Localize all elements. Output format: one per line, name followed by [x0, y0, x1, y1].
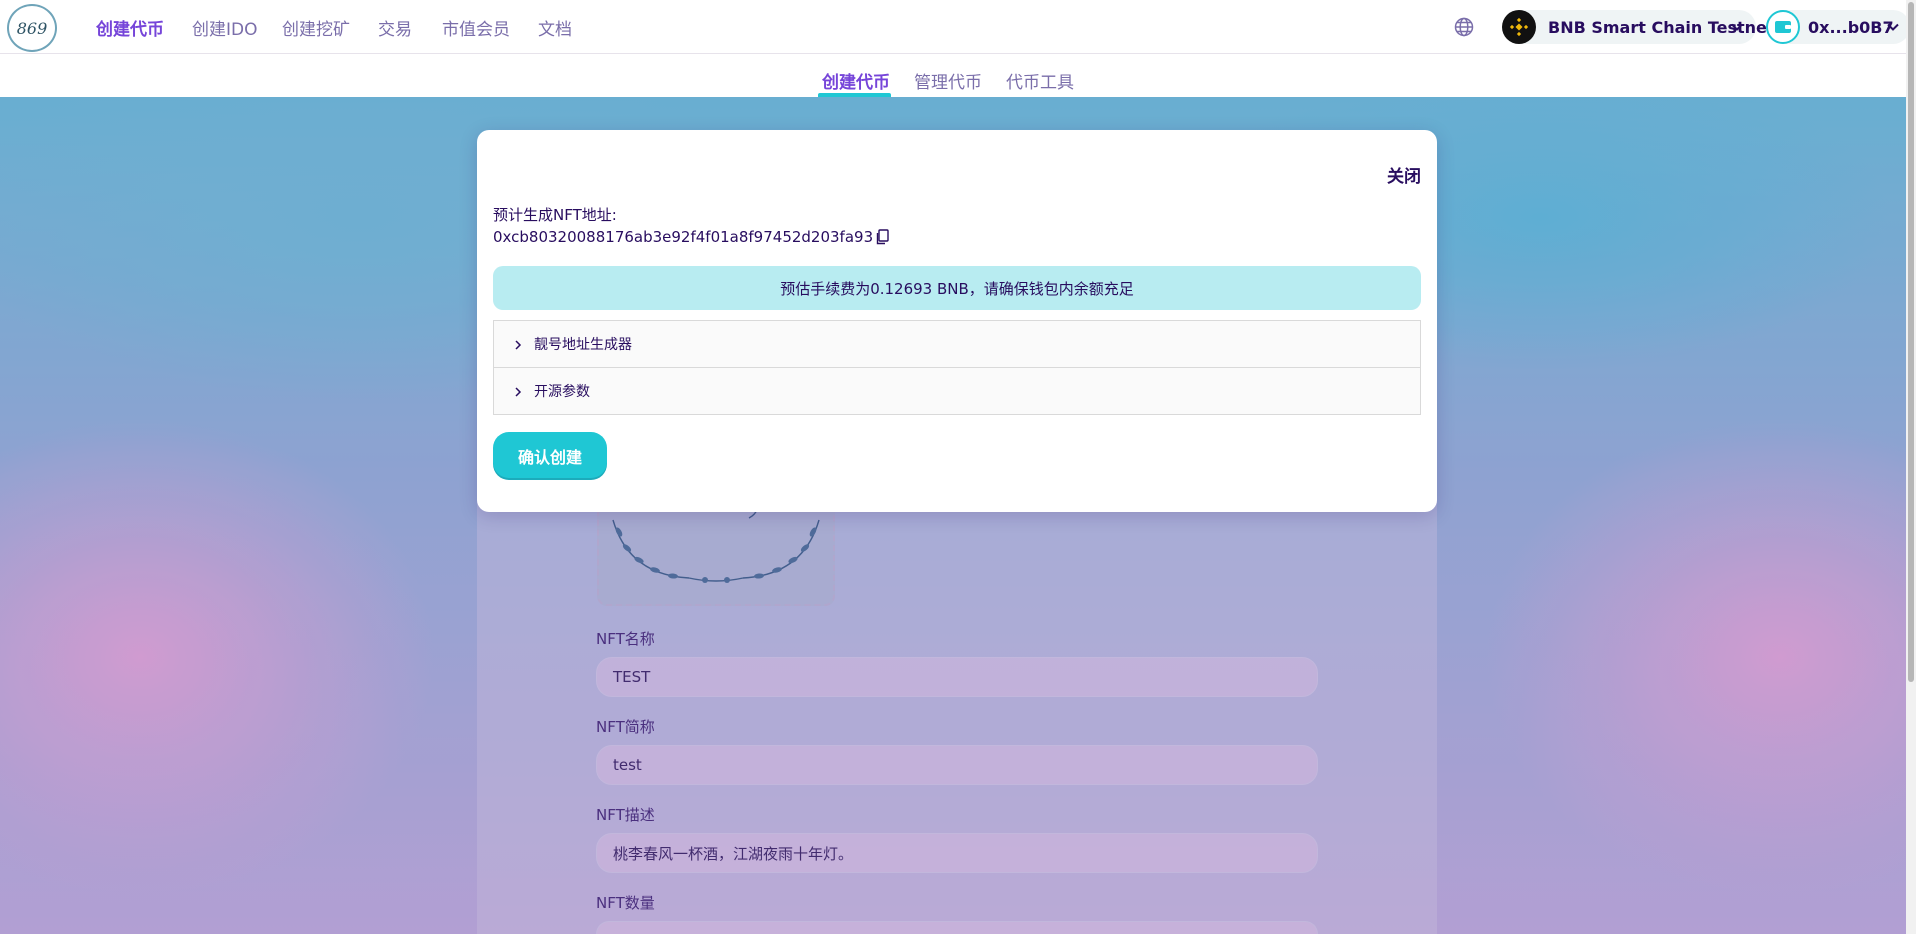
sub-tabs: 创建代币 管理代币 代币工具: [0, 55, 1916, 97]
collapse-vanity-label: 靓号地址生成器: [534, 337, 632, 353]
nft-address-label: 预计生成NFT地址:: [493, 206, 617, 224]
confirm-create-button[interactable]: 确认创建: [493, 432, 607, 480]
globe-icon: [1454, 17, 1474, 37]
collapse-vanity-address[interactable]: 靓号地址生成器: [493, 320, 1421, 368]
language-button[interactable]: [1452, 15, 1476, 39]
site-logo[interactable]: 869: [7, 4, 57, 52]
wallet-icon: [1766, 10, 1800, 44]
chevron-right-icon: [515, 340, 522, 350]
nav-create-token[interactable]: 创建代币: [96, 15, 164, 40]
nft-address-text: 0xcb80320088176ab3e92f4f01a8f97452d203fa…: [493, 228, 874, 246]
nav-create-mining[interactable]: 创建挖矿: [282, 15, 350, 40]
collapse-open-source-label: 开源参数: [534, 384, 590, 400]
chevron-right-icon: [515, 387, 522, 397]
scrollbar-thumb[interactable]: [1908, 2, 1914, 682]
copy-icon[interactable]: [875, 229, 889, 245]
nav-docs[interactable]: 文档: [538, 15, 572, 40]
nft-address-value: 0xcb80320088176ab3e92f4f01a8f97452d203fa…: [493, 228, 889, 246]
close-button[interactable]: 关闭: [1387, 162, 1421, 187]
wallet-button[interactable]: 0x...b0B7: [1766, 10, 1910, 44]
bnb-chain-icon: [1502, 10, 1536, 44]
top-navbar: 869 创建代币 创建IDO 创建挖矿 交易 市值会员 文档 BNB Smart…: [0, 0, 1916, 54]
active-tab-indicator: [818, 93, 891, 97]
tab-create-token[interactable]: 创建代币: [822, 68, 890, 93]
tab-token-tools[interactable]: 代币工具: [1006, 68, 1074, 93]
tab-manage-token[interactable]: 管理代币: [914, 68, 982, 93]
fee-notice: 预估手续费为0.12693 BNB，请确保钱包内余额充足: [493, 266, 1421, 310]
nav-create-ido[interactable]: 创建IDO: [192, 15, 258, 40]
nav-market-cap-member[interactable]: 市值会员: [442, 15, 510, 40]
wallet-address: 0x...b0B7: [1808, 17, 1894, 37]
network-selector[interactable]: BNB Smart Chain Testnet: [1502, 10, 1775, 44]
chevron-down-icon: [1731, 23, 1743, 31]
chevron-down-icon: [1887, 23, 1899, 31]
nav-trade[interactable]: 交易: [378, 15, 412, 40]
collapse-open-source-params[interactable]: 开源参数: [493, 367, 1421, 415]
confirm-create-modal: 关闭 预计生成NFT地址: 0xcb80320088176ab3e92f4f01…: [477, 130, 1437, 512]
